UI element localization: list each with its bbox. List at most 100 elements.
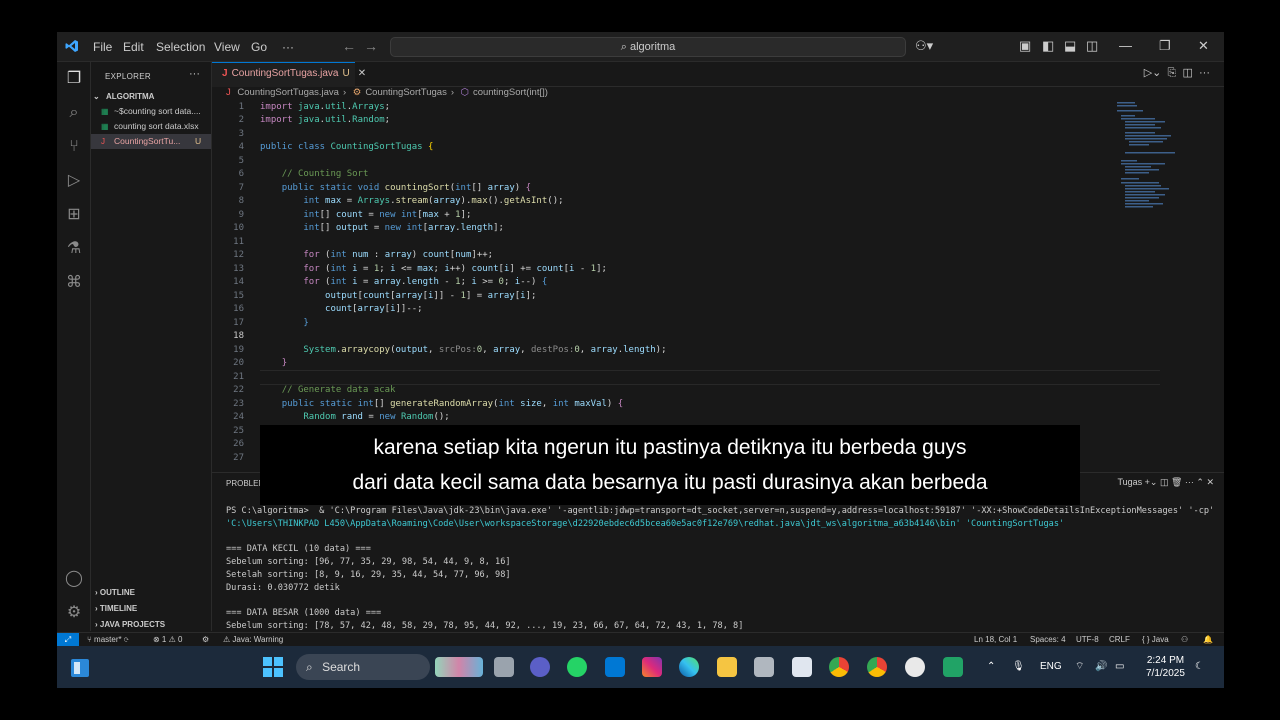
toggle-secondary-sidebar-icon[interactable]: ◫: [1086, 38, 1098, 54]
obs-icon[interactable]: [905, 657, 925, 677]
menu-selection[interactable]: Selection: [156, 40, 205, 54]
widgets-icon[interactable]: [71, 659, 89, 677]
timeline-section[interactable]: › TIMELINE: [95, 604, 137, 613]
title-bar: File Edit Selection View Go ··· ← → ⌕ al…: [57, 32, 1224, 62]
new-terminal-icon[interactable]: +⌄: [1145, 477, 1160, 487]
toggle-sidebar-icon[interactable]: ◧: [1042, 38, 1054, 54]
encoding[interactable]: UTF-8: [1076, 633, 1099, 647]
chrome-icon[interactable]: [829, 657, 849, 677]
cursor-position[interactable]: Ln 18, Col 1: [974, 633, 1017, 647]
folder-row[interactable]: ⌄ ALGORITMA: [91, 89, 211, 104]
menu-edit[interactable]: Edit: [123, 40, 144, 54]
whatsapp-icon[interactable]: [567, 657, 587, 677]
edge-icon[interactable]: [679, 657, 699, 677]
search-highlight-icon[interactable]: [435, 657, 483, 677]
code-line: int max = Arrays.stream(array).max().get…: [303, 196, 564, 206]
breadcrumb-file[interactable]: CountingSortTugas.java: [237, 87, 339, 98]
vscode-taskbar-icon[interactable]: [605, 657, 625, 677]
copilot-icon[interactable]: ⚇▾: [915, 38, 933, 54]
debug-icon[interactable]: ⚙: [202, 633, 209, 647]
testing-icon[interactable]: ⚗: [65, 240, 83, 258]
notification-center-icon[interactable]: ☾: [1195, 646, 1204, 688]
explorer-more-icon[interactable]: ···: [189, 68, 200, 80]
outline-section[interactable]: › OUTLINE: [95, 588, 135, 597]
close-panel-icon[interactable]: ✕: [1206, 477, 1214, 487]
menu-go[interactable]: Go: [251, 40, 267, 54]
command-center-search[interactable]: ⌕ algoritma: [390, 37, 906, 57]
wifi-icon[interactable]: ⌔: [1075, 646, 1084, 688]
menu-file[interactable]: File: [93, 40, 112, 54]
panel-more-icon[interactable]: ···: [1185, 477, 1197, 487]
breadcrumb-class[interactable]: CountingSortTugas: [365, 87, 447, 98]
editor-tab[interactable]: J CountingSortTugas.java U ✕: [212, 62, 366, 87]
file-explorer-icon[interactable]: [717, 657, 737, 677]
maximize-panel-icon[interactable]: ⌃: [1196, 477, 1206, 487]
terminal-line: 'C:\Users\THINKPAD L450\AppData\Roaming\…: [226, 518, 1065, 529]
breadcrumb-method[interactable]: countingSort(int[]): [473, 87, 548, 98]
language-mode[interactable]: { } Java: [1142, 633, 1169, 647]
taskbar-search[interactable]: ⌕ Search: [296, 654, 430, 680]
forward-arrow-icon[interactable]: →: [364, 38, 378, 54]
kill-terminal-icon[interactable]: 🗑: [1171, 477, 1185, 487]
tab-close-icon[interactable]: ✕: [358, 68, 366, 79]
chrome-profile-icon[interactable]: [867, 657, 887, 677]
split-editor-icon[interactable]: ◫: [1182, 67, 1192, 79]
battery-icon[interactable]: ▭: [1115, 646, 1124, 688]
back-arrow-icon[interactable]: ←: [342, 38, 356, 54]
remote-explorer-icon[interactable]: ⌘: [65, 274, 83, 292]
copilot-status-icon[interactable]: ⚇: [1181, 633, 1188, 647]
run-debug-icon[interactable]: ▷: [65, 172, 83, 190]
close-icon[interactable]: ✕: [1198, 38, 1209, 54]
settings-gear-icon[interactable]: ⚙: [65, 604, 83, 622]
terminal-output[interactable]: PS C:\algoritma> & 'C:\Program Files\Jav…: [226, 505, 1216, 633]
accounts-icon[interactable]: ◯: [65, 570, 83, 588]
sync-icon: ⟳: [123, 635, 129, 644]
camera-icon[interactable]: [754, 657, 774, 677]
problems-status[interactable]: ⊗ 1 ⚠ 0: [153, 633, 182, 647]
task-view-icon[interactable]: [494, 657, 514, 677]
java-status[interactable]: ⚠ Java: Warning: [223, 633, 283, 647]
run-icon[interactable]: ▷⌄: [1144, 67, 1162, 79]
minimize-icon[interactable]: —: [1119, 38, 1132, 53]
teams-icon[interactable]: [530, 657, 550, 677]
terminal-name[interactable]: Tugas: [1117, 477, 1142, 487]
input-language[interactable]: ENG: [1040, 646, 1062, 688]
branch-status[interactable]: ⑂ master* ⟳: [87, 633, 129, 647]
volume-icon[interactable]: 🔊: [1095, 646, 1107, 688]
indentation[interactable]: Spaces: 4: [1030, 633, 1066, 647]
microphone-icon[interactable]: 🎙: [1012, 646, 1025, 688]
menu-more[interactable]: ···: [282, 40, 294, 54]
code-editor[interactable]: 1 import java.util.Arrays; 2 import java…: [212, 100, 1162, 470]
file-row-active[interactable]: J CountingSortTu... U: [91, 134, 211, 149]
java-projects-label: JAVA PROJECTS: [99, 620, 166, 629]
notifications-icon[interactable]: 🔔: [1203, 633, 1213, 647]
line-endings[interactable]: CRLF: [1109, 633, 1130, 647]
outline-label: OUTLINE: [99, 588, 135, 597]
explorer-icon[interactable]: ❐: [65, 70, 83, 88]
remote-icon[interactable]: ⤢: [57, 633, 79, 647]
toggle-panel-icon[interactable]: ⬓: [1064, 38, 1076, 54]
vscode-window: File Edit Selection View Go ··· ← → ⌕ al…: [57, 32, 1224, 688]
more-actions-icon[interactable]: ···: [1199, 67, 1210, 79]
file-row[interactable]: ▦ counting sort data.xlsx: [91, 119, 211, 134]
customize-layout-icon[interactable]: ▣: [1019, 38, 1031, 54]
source-control-icon[interactable]: ⑂: [65, 138, 83, 156]
clock[interactable]: 2:24 PM 7/1/2025: [1146, 654, 1185, 680]
menu-view[interactable]: View: [214, 40, 240, 54]
file-row[interactable]: ▦ ~$counting sort data....: [91, 104, 211, 119]
tray-chevron-icon[interactable]: ⌃: [987, 646, 995, 688]
extensions-icon[interactable]: ⊞: [65, 206, 83, 224]
store-icon[interactable]: [792, 657, 812, 677]
command-center-text: algoritma: [629, 41, 676, 53]
instagram-icon[interactable]: [642, 657, 662, 677]
windows-start-icon[interactable]: [263, 657, 283, 677]
excel-taskbar-icon[interactable]: [943, 657, 963, 677]
java-projects-section[interactable]: › JAVA PROJECTS: [95, 620, 165, 629]
maximize-icon[interactable]: ❐: [1159, 38, 1171, 54]
open-changes-icon[interactable]: ⎘: [1168, 67, 1177, 79]
java-icon: J: [222, 68, 228, 79]
minimap[interactable]: [1117, 100, 1177, 220]
search-icon[interactable]: ⌕: [65, 104, 83, 122]
line-number: 12: [233, 250, 244, 260]
split-terminal-icon[interactable]: ◫: [1160, 477, 1171, 487]
